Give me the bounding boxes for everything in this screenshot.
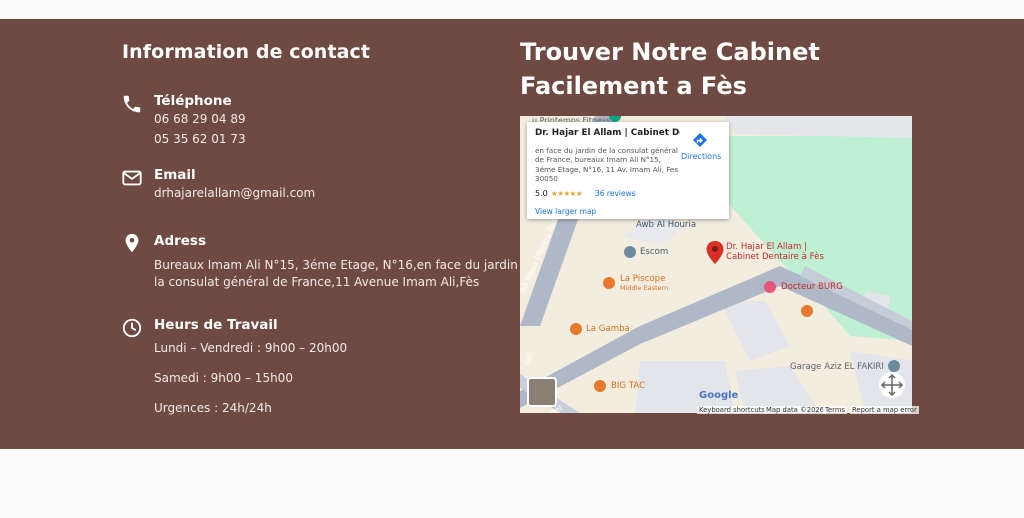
map-poi-la-piscope: La Piscope (620, 274, 666, 284)
map-poi-awb: Awb Al Houria (636, 220, 697, 230)
map-poi-big-tac: BIG TAC (611, 381, 646, 391)
email-title: Email (154, 167, 196, 183)
card-place-title: Dr. Hajar El Allam | Cabinet De... (535, 128, 680, 138)
map-poi-docteur-burg: Docteur BURG (781, 282, 843, 292)
hours-weekdays: Lundi – Vendredi : 9h00 – 20h00 (154, 341, 348, 355)
phone-icon (123, 95, 141, 113)
contact-footer: Information de contact Téléphone 06 68 2… (0, 19, 1024, 449)
directions-icon[interactable] (692, 132, 708, 148)
google-logo: Google (699, 390, 739, 401)
map-poi-la-gamba: La Gamba (586, 324, 630, 334)
email-address[interactable]: drhajarelallam@gmail.com (154, 183, 315, 203)
clock-icon (122, 318, 142, 338)
map-poi-la-piscope-category: Middle Eastern (620, 284, 669, 292)
hours-saturday: Samedi : 9h00 – 15h00 (154, 371, 293, 385)
hours-emergency: Urgences : 24h/24h (154, 401, 272, 415)
address-line-2: la consulat général de France,11 Avenue … (154, 275, 480, 289)
map-info-card: Dr. Hajar El Allam | Cabinet De... en fa… (527, 122, 729, 219)
map-poi-clinic-line-1: Dr. Hajar El Allam | (726, 242, 807, 252)
map-terms-link[interactable]: Terms (823, 406, 848, 414)
directions-link[interactable]: Directions (681, 152, 721, 161)
card-rating-stars: ★★★★★ (551, 189, 583, 198)
map-poi-escom: Escom (640, 247, 669, 257)
address-title: Adress (154, 233, 206, 249)
contact-section-title: Information de contact (122, 41, 371, 63)
map-poi-garage: Garage Aziz EL FAKIRI (790, 362, 884, 372)
phone-title: Téléphone (154, 93, 232, 109)
phone-number-1[interactable]: 06 68 29 04 89 (154, 109, 246, 129)
map-keyboard-shortcuts[interactable]: Keyboard shortcuts (697, 406, 767, 414)
map-title-line-1: Trouver Notre Cabinet (520, 38, 820, 66)
map-data-credit: Map data ©2026 (764, 406, 827, 414)
envelope-icon (122, 170, 142, 186)
view-larger-map-link[interactable]: View larger map (535, 207, 596, 216)
card-reviews-link[interactable]: 36 reviews (595, 189, 636, 198)
card-place-address: en face du jardin de la consulat général… (535, 146, 679, 184)
location-pin-icon (125, 233, 139, 253)
map-title-line-2: Facilement a Fès (520, 72, 747, 100)
map-section-title: Trouver Notre Cabinet Facilement a Fès (520, 35, 880, 103)
card-rating-value: 5.0 (535, 189, 548, 198)
map-report-error-link[interactable]: Report a map error (850, 406, 919, 414)
phone-number-2[interactable]: 05 35 62 01 73 (154, 129, 246, 149)
map-poi-clinic-line-2: Cabinet Dentaire à Fès (726, 252, 824, 262)
hours-title: Heurs de Travail (154, 317, 278, 333)
